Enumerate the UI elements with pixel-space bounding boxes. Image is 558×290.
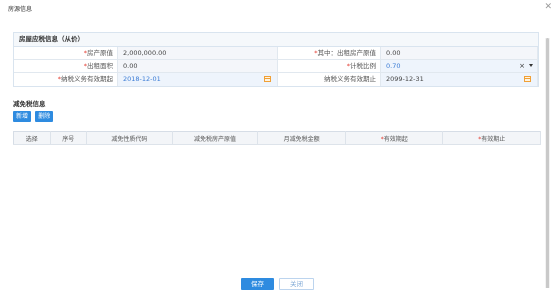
original-value-field: 2,000,000.00 [118,47,278,60]
rental-area-label: *出租面积 [14,60,118,73]
vertical-scrollbar[interactable] [545,38,550,288]
rental-area-field: 0.00 [118,60,278,73]
rental-original-value-field: 0.00 [381,47,538,60]
column-header-reduction-value: 减免税房产原值 [172,131,259,145]
tax-reduction-table: 选择 序号 减免性质代码 减免税房产原值 月减免税金额 *有效期起 *有效期止 [13,131,541,145]
tax-period-start-value: 2018-12-01 [123,75,161,83]
tax-ratio-value: 0.70 [386,62,401,70]
dialog-footer: 保存 关闭 [0,270,558,290]
column-header-monthly-reduction: 月减免税金额 [257,131,346,145]
taxable-property-form: *房产原值 2,000,000.00 *其中：出租房产原值 0.00 *出租面积… [14,47,538,86]
column-header-valid-from: *有效期起 [345,131,444,145]
delete-button[interactable]: 删除 [35,111,54,122]
tax-reduction-section-title: 减免税信息 [13,100,46,108]
section-title: 房屋应税信息（从价） [14,33,538,47]
column-header-select: 选择 [13,131,51,145]
tax-ratio-select[interactable]: 0.70 × [381,60,538,73]
close-icon[interactable]: ✕ [544,3,552,12]
dialog-titlebar: 房源信息 ✕ [0,0,558,18]
table-header-row: 选择 序号 减免性质代码 减免税房产原值 月减免税金额 *有效期起 *有效期止 [13,131,541,145]
column-header-index: 序号 [50,131,87,145]
save-button[interactable]: 保存 [241,278,274,290]
tax-ratio-label: *计税比例 [278,60,381,73]
calendar-icon[interactable] [264,76,271,82]
tax-reduction-toolbar: 新增 删除 [13,111,55,122]
rental-original-value-label: *其中：出租房产原值 [278,47,381,60]
taxable-property-section: 房屋应税信息（从价） *房产原值 2,000,000.00 *其中：出租房产原值… [13,32,539,87]
calendar-icon[interactable] [524,76,531,82]
scrollbar-thumb[interactable] [546,38,549,288]
dialog-title: 房源信息 [8,6,33,13]
column-header-valid-to: *有效期止 [442,131,541,145]
column-header-reduction-code: 减免性质代码 [86,131,173,145]
tax-period-start-label: *纳税义务有效期起 [14,73,118,86]
tax-period-start-input[interactable]: 2018-12-01 [118,73,278,86]
chevron-down-icon[interactable] [529,64,533,67]
close-button[interactable]: 关闭 [279,278,314,290]
original-value-label: *房产原值 [14,47,118,60]
clear-icon[interactable]: × [519,60,525,72]
house-info-dialog: 房源信息 ✕ 房屋应税信息（从价） *房产原值 2,000,000.00 *其中… [0,0,558,290]
dialog-body[interactable]: 房屋应税信息（从价） *房产原值 2,000,000.00 *其中：出租房产原值… [3,18,550,288]
tax-period-end-input[interactable]: 2099-12-31 [381,73,538,86]
tax-period-end-value: 2099-12-31 [386,75,424,83]
add-button[interactable]: 新增 [13,111,32,122]
tax-period-end-label: 纳税义务有效期止 [278,73,381,86]
